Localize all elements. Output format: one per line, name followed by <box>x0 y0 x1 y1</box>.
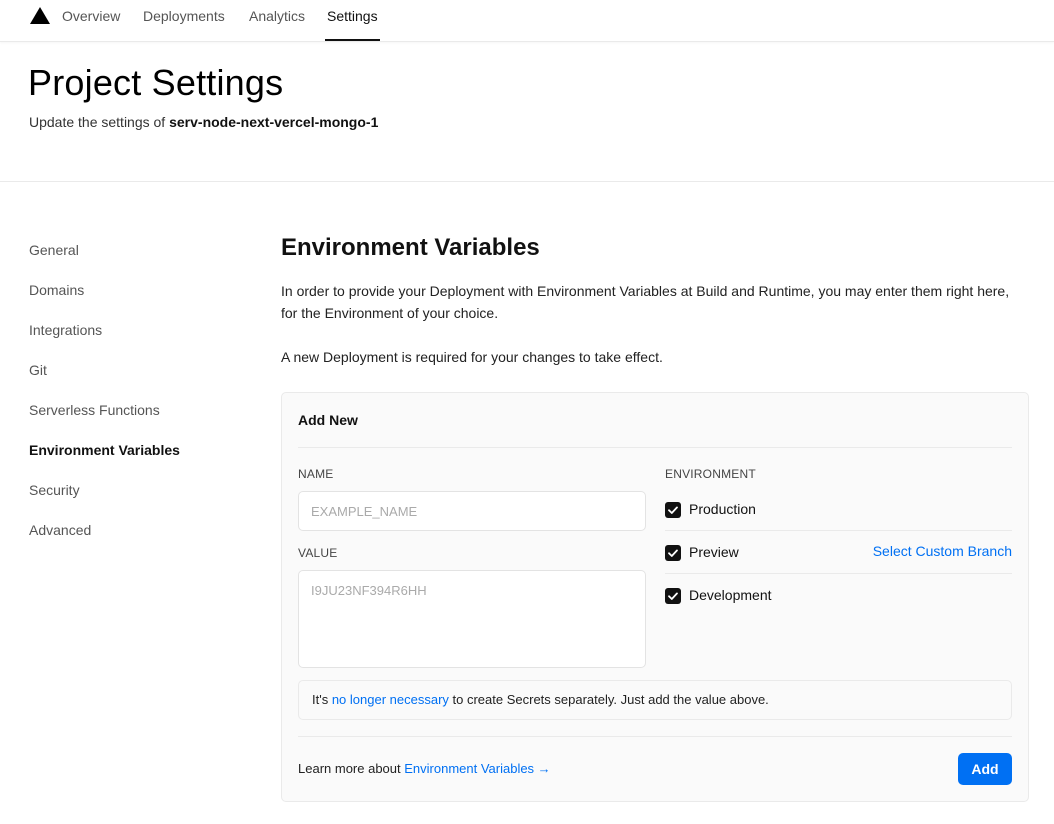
learn-more-prefix: Learn more about <box>298 761 405 776</box>
top-navigation: Overview Deployments Analytics Settings <box>0 0 1054 42</box>
sidebar-item-git[interactable]: Git <box>29 362 47 378</box>
sidebar-item-advanced[interactable]: Advanced <box>29 522 91 538</box>
env-row-preview: Preview Select Custom Branch <box>665 543 1012 588</box>
env-row-development: Development <box>665 587 1012 631</box>
select-custom-branch-link[interactable]: Select Custom Branch <box>873 543 1012 559</box>
production-checkbox[interactable] <box>665 502 681 518</box>
project-name: serv-node-next-vercel-mongo-1 <box>169 114 379 130</box>
no-longer-necessary-link[interactable]: no longer necessary <box>332 692 449 707</box>
header-divider <box>0 181 1054 182</box>
environment-label: ENVIRONMENT <box>665 467 756 481</box>
subtitle-prefix: Update the settings of <box>29 114 170 130</box>
production-label: Production <box>689 501 756 517</box>
card-divider-top <box>298 447 1012 448</box>
active-tab-indicator <box>325 39 380 41</box>
card-divider-bottom <box>298 736 1012 737</box>
env-row-production: Production <box>665 501 1012 545</box>
env-divider <box>665 573 1012 574</box>
section-title: Environment Variables <box>281 234 540 261</box>
sidebar-item-serverless-functions[interactable]: Serverless Functions <box>29 402 160 418</box>
sidebar-item-environment-variables[interactable]: Environment Variables <box>29 442 180 458</box>
page-subtitle: Update the settings of serv-node-next-ve… <box>29 114 378 130</box>
learn-more-text: Learn more about Environment Variables → <box>298 761 551 776</box>
name-label: NAME <box>298 467 334 481</box>
note-prefix: It's <box>312 692 332 707</box>
sidebar-item-domains[interactable]: Domains <box>29 282 84 298</box>
add-button[interactable]: Add <box>958 753 1012 785</box>
development-checkbox[interactable] <box>665 588 681 604</box>
sidebar-item-general[interactable]: General <box>29 242 79 258</box>
value-textarea[interactable] <box>298 570 646 668</box>
secrets-note: It's no longer necessary to create Secre… <box>298 680 1012 720</box>
section-description: In order to provide your Deployment with… <box>281 280 1021 324</box>
note-suffix: to create Secrets separately. Just add t… <box>448 692 769 707</box>
development-label: Development <box>689 587 772 603</box>
deployment-note: A new Deployment is required for your ch… <box>281 349 663 365</box>
environment-variables-docs-link[interactable]: Environment Variables → <box>404 761 550 776</box>
description-line-1: In order to provide your Deployment with… <box>281 283 1010 299</box>
description-line-2: for the Environment of your choice. <box>281 305 499 321</box>
tab-settings[interactable]: Settings <box>327 8 378 24</box>
sidebar-item-integrations[interactable]: Integrations <box>29 322 102 338</box>
add-new-card: Add New NAME VALUE ENVIRONMENT Productio… <box>281 392 1029 802</box>
triangle-logo-icon[interactable] <box>30 7 50 24</box>
tab-overview[interactable]: Overview <box>62 8 120 24</box>
card-title: Add New <box>298 412 358 428</box>
name-input[interactable] <box>298 491 646 531</box>
check-icon <box>668 549 678 557</box>
check-icon <box>668 592 678 600</box>
tab-deployments[interactable]: Deployments <box>143 8 225 24</box>
preview-label: Preview <box>689 544 739 560</box>
page-title: Project Settings <box>28 62 284 103</box>
sidebar-item-security[interactable]: Security <box>29 482 80 498</box>
value-label: VALUE <box>298 546 338 560</box>
preview-checkbox[interactable] <box>665 545 681 561</box>
check-icon <box>668 506 678 514</box>
tab-analytics[interactable]: Analytics <box>249 8 305 24</box>
env-divider <box>665 530 1012 531</box>
